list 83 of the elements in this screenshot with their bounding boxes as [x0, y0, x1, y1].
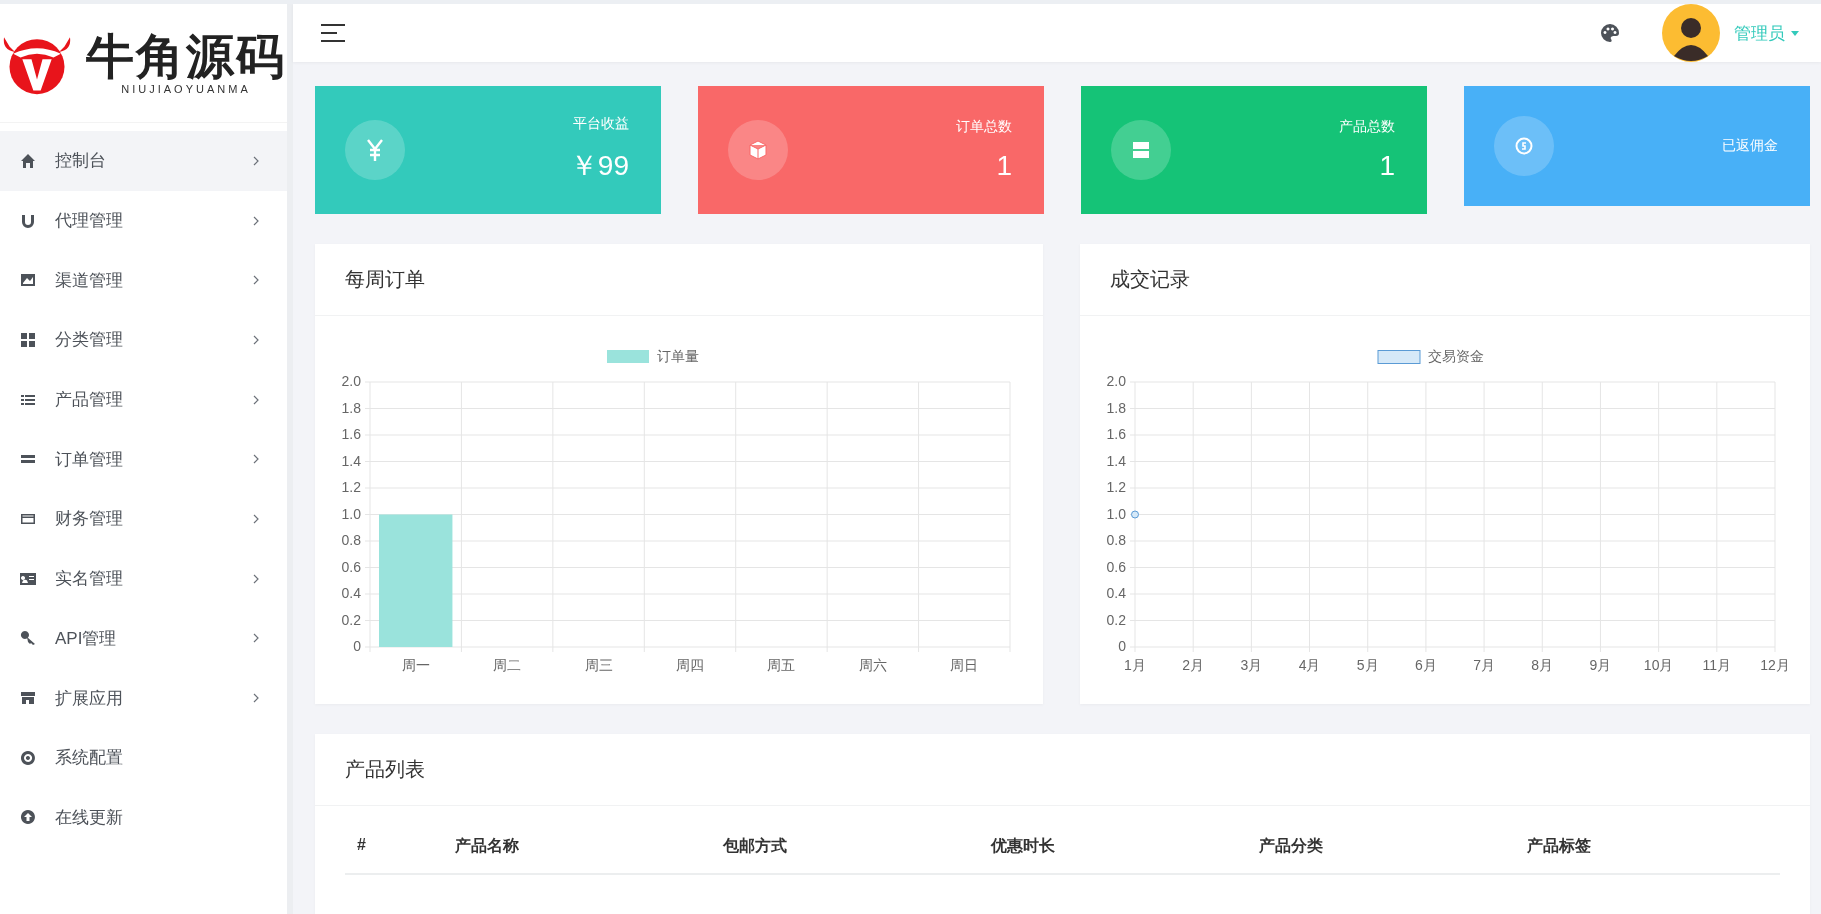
- sidebar-item[interactable]: 渠道管理: [0, 250, 287, 311]
- x-tick-label: 周五: [767, 657, 796, 673]
- stat-label: 已返佣金: [1722, 137, 1778, 155]
- x-tick-label: 周二: [493, 657, 522, 673]
- x-tick-label: 1月: [1124, 657, 1146, 673]
- stat-icon: [728, 120, 788, 180]
- x-tick-label: 7月: [1473, 657, 1495, 673]
- y-tick-label: 0.4: [1106, 585, 1126, 601]
- x-tick-label: 6月: [1415, 657, 1437, 673]
- sidebar-item[interactable]: 订单管理: [0, 429, 287, 490]
- y-tick-label: 1.4: [1106, 452, 1126, 469]
- column-header: 优惠时长: [991, 836, 1056, 856]
- card-title: 每周订单: [315, 244, 1043, 316]
- legend-swatch: [607, 350, 649, 363]
- x-tick-label: 3月: [1240, 657, 1263, 673]
- x-tick-label: 5月: [1356, 657, 1379, 673]
- y-tick-label: 0.8: [1106, 532, 1126, 548]
- stat-label: 产品总数: [1339, 118, 1395, 136]
- x-tick-label: 周四: [676, 657, 704, 673]
- y-tick-label: 0: [1118, 638, 1126, 654]
- y-tick-label: 2.0: [341, 373, 361, 389]
- avatar-icon[interactable]: [1662, 4, 1720, 62]
- y-tick-label: 1.4: [341, 452, 361, 469]
- y-tick-label: 1.0: [341, 505, 361, 522]
- column-header: 产品分类: [1259, 836, 1324, 856]
- y-tick-label: 1.8: [341, 399, 361, 416]
- y-tick-label: 1.2: [341, 479, 361, 495]
- column-header: #: [357, 836, 367, 855]
- y-tick-label: 0.2: [341, 611, 361, 628]
- x-tick-label: 9月: [1589, 657, 1612, 673]
- x-tick-label: 周六: [858, 657, 887, 673]
- stat-value: ￥99: [569, 149, 629, 183]
- data-point: [1131, 510, 1139, 519]
- sidebar-item[interactable]: API管理: [0, 608, 287, 669]
- x-tick-label: 12月: [1760, 657, 1790, 673]
- sidebar-item[interactable]: 在线更新: [0, 787, 287, 848]
- sidebar-item[interactable]: 控制台: [0, 131, 287, 191]
- y-tick-label: 1.2: [1106, 479, 1126, 495]
- stat-value: 1: [1379, 150, 1395, 182]
- brand-subtitle: NIUJIAOYUANMA: [121, 83, 251, 96]
- palette-icon[interactable]: [1600, 23, 1620, 43]
- x-tick-label: 周日: [950, 657, 979, 673]
- sidebar-item[interactable]: 代理管理: [0, 190, 287, 251]
- column-header: 产品标签: [1527, 836, 1591, 856]
- stat-label: 平台收益: [573, 115, 629, 133]
- y-tick-label: 0: [353, 638, 361, 654]
- stat-value: 1: [996, 150, 1012, 182]
- stat-icon: [1111, 120, 1171, 180]
- x-tick-label: 周一: [401, 657, 430, 673]
- column-header: 产品名称: [455, 836, 520, 856]
- y-tick-label: 0.4: [341, 585, 361, 601]
- column-header: 包邮方式: [723, 836, 788, 856]
- stat-icon: [1494, 116, 1554, 176]
- legend-swatch: [1377, 350, 1421, 364]
- x-tick-label: 周三: [584, 657, 613, 673]
- x-tick-label: 11月: [1702, 657, 1732, 673]
- x-tick-label: 2月: [1182, 657, 1205, 673]
- sidebar-item[interactable]: 实名管理: [0, 548, 287, 609]
- x-tick-label: 10月: [1643, 657, 1674, 673]
- y-tick-label: 0.6: [341, 558, 361, 575]
- sidebar-item[interactable]: 分类管理: [0, 310, 287, 370]
- y-tick-label: 1.6: [1106, 426, 1126, 442]
- y-tick-label: 1.0: [1106, 505, 1126, 522]
- sidebar-item[interactable]: 系统配置: [0, 727, 287, 788]
- sidebar-item[interactable]: 财务管理: [0, 489, 287, 549]
- sidebar-item[interactable]: 扩展应用: [0, 668, 287, 728]
- y-tick-label: 0.6: [1106, 558, 1126, 575]
- stat-label: 订单总数: [956, 118, 1012, 136]
- y-tick-label: 1.6: [341, 426, 361, 442]
- y-tick-label: 2.0: [1106, 373, 1126, 389]
- legend-label: 交易资金: [1428, 348, 1484, 364]
- brand-name: 牛角源码: [86, 30, 286, 84]
- x-tick-label: 8月: [1531, 657, 1554, 673]
- y-tick-label: 1.8: [1106, 399, 1126, 416]
- y-tick-label: 0.2: [1106, 611, 1126, 628]
- card-title: 产品列表: [315, 734, 1810, 806]
- legend-label: 订单量: [657, 348, 699, 364]
- y-tick-label: 0.8: [341, 532, 361, 548]
- card-title: 成交记录: [1080, 244, 1810, 316]
- sidebar-item[interactable]: 产品管理: [0, 369, 287, 430]
- caret-icon: [1791, 30, 1799, 36]
- stat-icon: [345, 120, 405, 180]
- x-tick-label: 4月: [1298, 657, 1321, 673]
